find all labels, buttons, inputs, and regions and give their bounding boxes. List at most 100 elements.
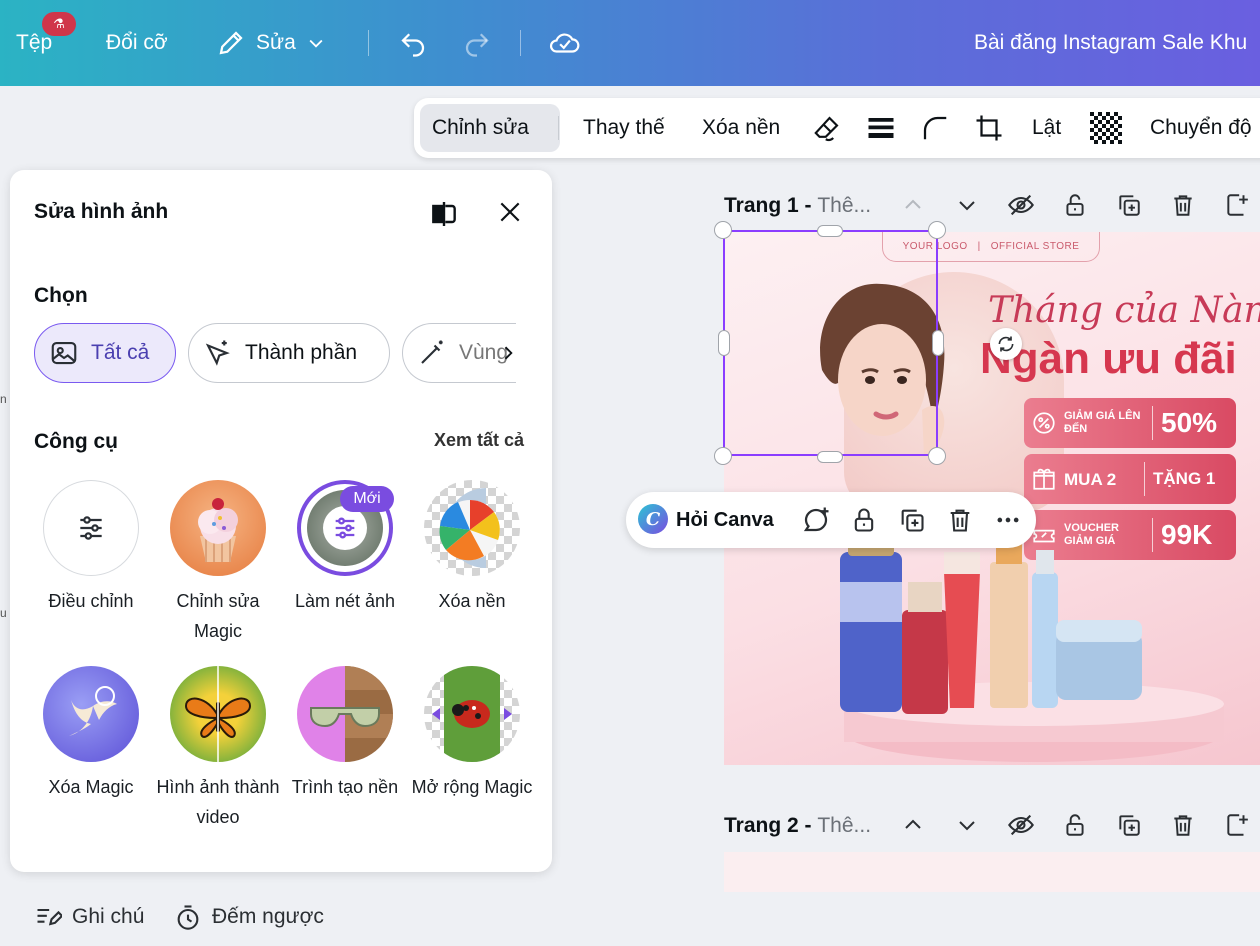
- add-page-icon[interactable]: [1222, 810, 1252, 840]
- compare-icon[interactable]: [428, 198, 460, 230]
- hide-icon[interactable]: [1006, 190, 1036, 220]
- transparency-icon[interactable]: [1090, 98, 1122, 158]
- duplicate-icon[interactable]: [1114, 190, 1144, 220]
- timer-icon: [177, 905, 199, 930]
- selection-box[interactable]: [723, 230, 938, 456]
- duplicate-icon[interactable]: [1114, 810, 1144, 840]
- trash-icon[interactable]: [1168, 810, 1198, 840]
- cloud-saved-icon[interactable]: [548, 26, 582, 60]
- tool-background-generator[interactable]: Trình tạo nền: [280, 666, 410, 802]
- offer-discount: GIẢM GIÁ LÊN ĐẾN 50%: [1024, 398, 1236, 448]
- sparkle-cursor-icon: [205, 340, 230, 366]
- remove-background-button[interactable]: Xóa nền: [702, 98, 780, 158]
- duplicate-icon[interactable]: [896, 504, 928, 536]
- chevron-down-icon[interactable]: [952, 810, 982, 840]
- toolbar-divider: [368, 30, 369, 56]
- chevron-right-icon[interactable]: [498, 340, 518, 371]
- resize-handle-top-right[interactable]: [928, 221, 946, 239]
- resize-handle-bottom-left[interactable]: [714, 447, 732, 465]
- hide-icon[interactable]: [1006, 810, 1036, 840]
- resize-menu[interactable]: Đổi cỡ: [106, 0, 168, 86]
- lock-icon[interactable]: [1060, 190, 1090, 220]
- toolbar-divider: [558, 116, 559, 140]
- tool-magic-edit[interactable]: Chỉnh sửa Magic: [153, 480, 283, 646]
- floating-element-toolbar: C Hỏi Canva: [626, 492, 1036, 548]
- chevron-up-icon[interactable]: [898, 190, 928, 220]
- tool-image-to-video[interactable]: Hình ảnh thành video: [153, 666, 283, 832]
- beach-ball-icon: [424, 480, 520, 576]
- top-bar: Tệp ⚗ Đổi cỡ Sửa Bài đăng Instagram Sale…: [0, 0, 1260, 86]
- toolbar-divider: [520, 30, 521, 56]
- flask-badge-icon: ⚗: [42, 12, 76, 36]
- cosmetic-products-illustration: [840, 532, 1224, 762]
- edit-image-panel: Sửa hình ảnh Chọn Tất cả Thành phần Vùng…: [10, 170, 552, 872]
- image-context-toolbar: Chỉnh sửa Thay thế Xóa nền Lật Chuyển độ: [414, 98, 1260, 158]
- chip-elements[interactable]: Thành phần: [188, 323, 390, 383]
- more-options-icon[interactable]: [992, 504, 1024, 536]
- design-page-2[interactable]: [724, 852, 1260, 892]
- notes-button[interactable]: Ghi chú: [34, 900, 144, 934]
- tool-magic-eraser[interactable]: Xóa Magic: [26, 666, 156, 802]
- corner-rounding-icon[interactable]: [920, 98, 950, 158]
- edit-image-button[interactable]: Chỉnh sửa: [432, 98, 529, 158]
- ask-canva-button[interactable]: Hỏi Canva: [676, 492, 774, 548]
- percent-badge-icon: [1024, 410, 1064, 436]
- left-edge-text: n: [0, 392, 7, 406]
- border-style-icon[interactable]: [866, 98, 896, 158]
- trash-icon[interactable]: [1168, 190, 1198, 220]
- cupcake-icon: [170, 480, 266, 576]
- new-badge: Mới: [340, 486, 394, 512]
- sunglasses-icon: [297, 666, 393, 762]
- add-page-icon[interactable]: [1222, 190, 1252, 220]
- add-comment-icon[interactable]: [800, 504, 832, 536]
- left-edge-text: u: [0, 606, 7, 620]
- page-1-title[interactable]: Trang 1 - Thê...: [724, 194, 871, 218]
- animate-button[interactable]: Chuyển độ: [1150, 98, 1252, 158]
- crop-icon[interactable]: [974, 98, 1004, 158]
- document-title[interactable]: Bài đăng Instagram Sale Khu: [974, 0, 1247, 86]
- lock-icon[interactable]: [848, 504, 880, 536]
- tool-adjust[interactable]: Điều chỉnh: [26, 480, 156, 616]
- resize-handle-right[interactable]: [932, 330, 944, 356]
- resize-handle-left[interactable]: [718, 330, 730, 356]
- page-1-header: Trang 1 - Thê...: [724, 186, 1260, 226]
- chevron-down-icon[interactable]: [952, 190, 982, 220]
- resize-handle-bottom[interactable]: [817, 451, 843, 463]
- undo-icon[interactable]: [396, 26, 430, 60]
- gift-icon: [1024, 466, 1064, 492]
- lock-icon[interactable]: [1060, 810, 1090, 840]
- edit-menu[interactable]: Sửa: [216, 0, 326, 86]
- timer-button[interactable]: Đếm ngược: [174, 900, 324, 934]
- see-all-link[interactable]: Xem tất cả: [434, 430, 524, 451]
- chevron-down-icon: [309, 39, 323, 48]
- page-2-header: Trang 2 - Thê...: [724, 806, 1260, 846]
- redo-icon[interactable]: [460, 26, 494, 60]
- resize-handle-top[interactable]: [817, 225, 843, 237]
- tool-remove-background[interactable]: Xóa nền: [407, 480, 537, 616]
- butterfly-icon: [170, 666, 266, 762]
- select-section-label: Chọn: [34, 284, 88, 307]
- page-2-title[interactable]: Trang 2 - Thê...: [724, 814, 871, 838]
- trash-icon[interactable]: [944, 504, 976, 536]
- magic-wand-icon: [421, 340, 443, 364]
- offer-buy2get1: MUA 2 TẶNG 1: [1024, 454, 1236, 504]
- ladybug-icon: [424, 666, 520, 762]
- dove-icon: [43, 666, 139, 762]
- resize-handle-bottom-right[interactable]: [928, 447, 946, 465]
- eraser-icon[interactable]: [812, 98, 842, 158]
- replace-button[interactable]: Thay thế: [583, 98, 665, 158]
- script-title: Tháng của Nàng: [988, 290, 1260, 331]
- tools-section-label: Công cụ: [34, 430, 118, 453]
- rotate-icon[interactable]: [990, 328, 1022, 360]
- resize-handle-top-left[interactable]: [714, 221, 732, 239]
- chip-all[interactable]: Tất cả: [34, 323, 176, 383]
- canva-logo-icon: C: [638, 504, 668, 534]
- pencil-icon: [219, 31, 243, 55]
- close-icon[interactable]: [494, 196, 526, 228]
- image-icon: [51, 341, 77, 365]
- chevron-up-icon[interactable]: [898, 810, 928, 840]
- flip-button[interactable]: Lật: [1032, 98, 1061, 158]
- sliders-icon: [43, 480, 139, 576]
- notes-icon: [37, 908, 62, 926]
- tool-magic-expand[interactable]: Mở rộng Magic: [407, 666, 537, 802]
